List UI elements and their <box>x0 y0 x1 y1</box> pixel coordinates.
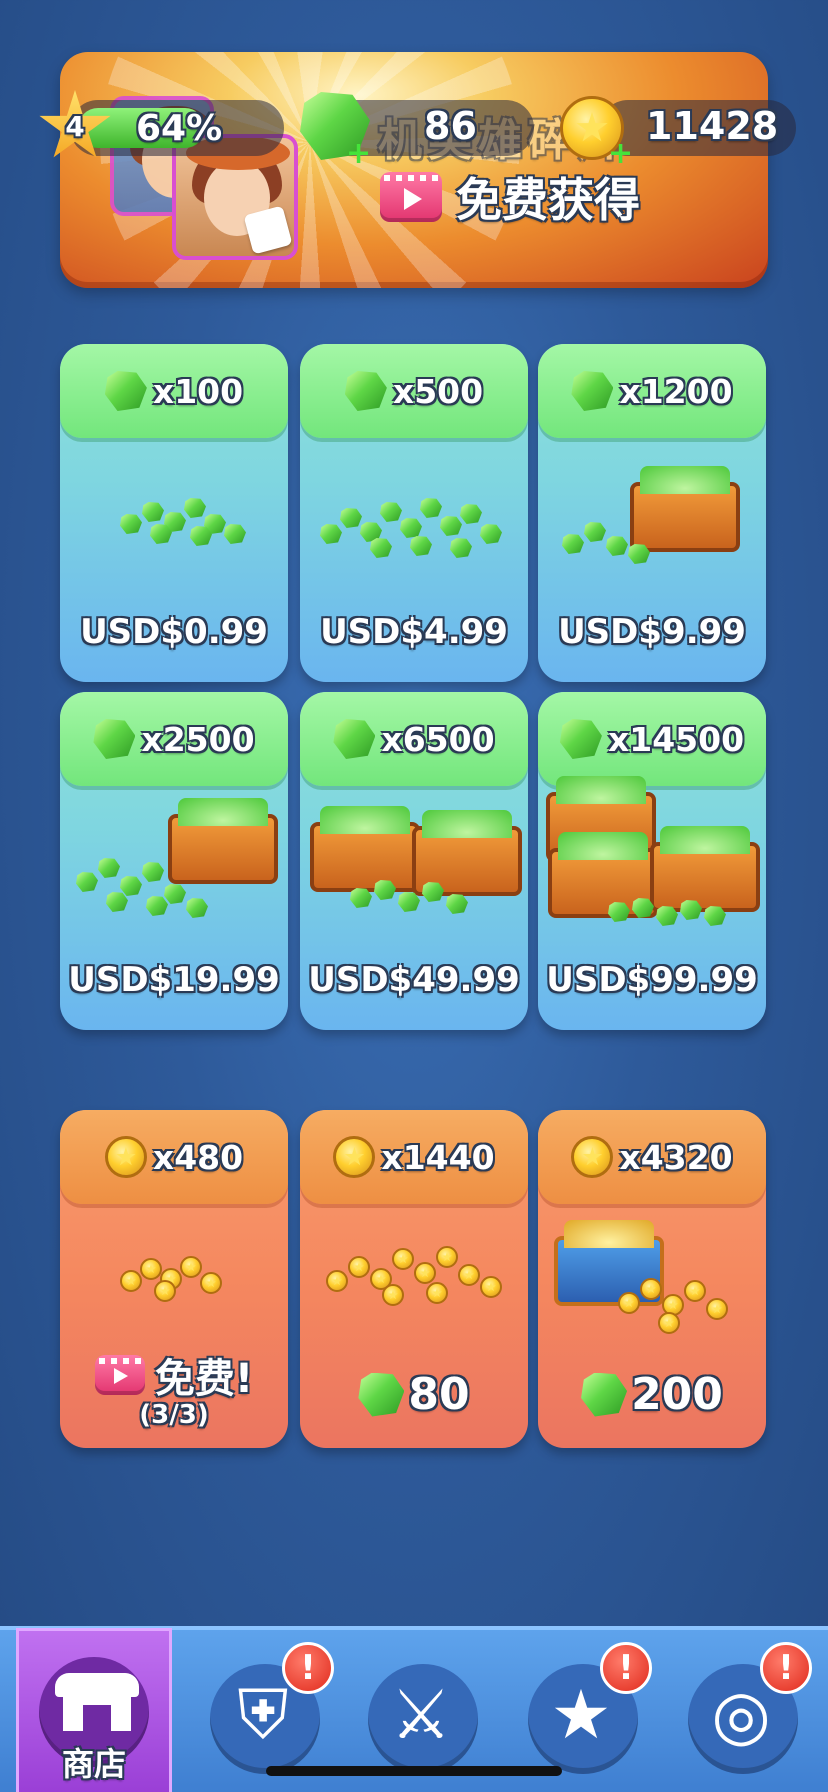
nav-shop-label: 商店 <box>61 1745 126 1783</box>
gem-icon <box>344 371 387 411</box>
add-coins-icon[interactable]: + <box>608 136 633 171</box>
gem-pack-2500[interactable]: x2500 USD$19.99 <box>60 692 288 1030</box>
coin-pile-small <box>60 1220 288 1350</box>
pack-quantity: x1440 <box>381 1137 495 1177</box>
home-indicator[interactable] <box>266 1766 562 1776</box>
pack-quantity: x14500 <box>607 719 745 759</box>
coin-icon <box>571 1136 614 1178</box>
gem-pack-14500[interactable]: x14500 USD$99.99 <box>538 692 766 1030</box>
coin-pack-4320[interactable]: x4320 200 <box>538 1110 766 1448</box>
alert-badge: ! <box>760 1642 812 1694</box>
pack-price: USD$49.99 <box>308 960 520 1000</box>
free-get-button[interactable]: 免费获得 <box>380 164 640 230</box>
gem-cost: 80 <box>300 1369 528 1420</box>
gem-cost-value: 80 <box>408 1369 470 1420</box>
pack-quantity: x6500 <box>381 719 495 759</box>
gem-icon <box>559 719 602 759</box>
alert-badge: ! <box>600 1642 652 1694</box>
gem-icon <box>581 1372 628 1417</box>
video-icon <box>380 172 442 222</box>
gem-count: 86 <box>424 104 477 148</box>
nav-missions[interactable]: ◎ ! <box>666 1642 816 1792</box>
free-label: 免费! <box>154 1356 254 1402</box>
pack-quantity: x2500 <box>141 719 255 759</box>
free-remaining-count: (3/3) <box>139 1400 209 1430</box>
gem-pile-small <box>60 454 288 584</box>
gem-icon <box>104 371 147 411</box>
pack-quantity: x100 <box>152 371 244 411</box>
gem-chest-double <box>300 802 528 932</box>
pack-quantity: x1200 <box>619 371 733 411</box>
coin-pack-480[interactable]: x480 免费! (3/3) <box>60 1110 288 1448</box>
pack-price: USD$19.99 <box>68 960 280 1000</box>
coin-icon <box>104 1136 147 1178</box>
nav-shop[interactable]: 商店 <box>16 1628 172 1792</box>
pack-quantity: x480 <box>152 1137 244 1177</box>
coin-chest <box>538 1220 766 1350</box>
gem-chest-small <box>538 454 766 584</box>
shop-icon <box>55 1673 139 1735</box>
gem-pack-100[interactable]: x100 USD$0.99 <box>60 344 288 682</box>
gem-pile-medium <box>300 454 528 584</box>
alert-badge: ! <box>282 1642 334 1694</box>
gem-icon <box>333 719 376 759</box>
gem-icon <box>93 719 136 759</box>
video-icon <box>94 1355 145 1395</box>
gem-cost-value: 200 <box>631 1369 723 1420</box>
coin-count: 11428 <box>646 104 779 148</box>
pack-price: USD$99.99 <box>546 960 758 1000</box>
coin-pack-1440[interactable]: x1440 80 <box>300 1110 528 1448</box>
crossed-swords-icon: ⚔ <box>390 1676 452 1755</box>
gem-icon <box>571 371 614 411</box>
add-gems-icon[interactable]: + <box>346 136 371 171</box>
free-get-label: 免费获得 <box>456 173 640 227</box>
gem-chest-medium <box>60 798 288 932</box>
pack-price: USD$0.99 <box>80 612 268 652</box>
pack-price: USD$4.99 <box>320 612 508 652</box>
gem-chest-triple <box>538 776 766 932</box>
level-number: 4 <box>65 110 85 143</box>
puzzle-icon <box>243 205 293 255</box>
coin-pile-medium <box>300 1220 528 1350</box>
gem-pack-6500[interactable]: x6500 USD$49.99 <box>300 692 528 1030</box>
gem-cost: 200 <box>538 1369 766 1420</box>
gem-pack-1200[interactable]: x1200 USD$9.99 <box>538 344 766 682</box>
pack-quantity: x500 <box>392 371 484 411</box>
pack-price: USD$9.99 <box>558 612 746 652</box>
level-progress-text: 64% <box>136 108 223 149</box>
pack-quantity: x4320 <box>619 1137 733 1177</box>
gem-icon <box>358 1372 405 1417</box>
free-video-reward[interactable]: 免费! (3/3) <box>60 1346 288 1430</box>
gem-pack-500[interactable]: x500 USD$4.99 <box>300 344 528 682</box>
coin-icon <box>333 1136 376 1178</box>
